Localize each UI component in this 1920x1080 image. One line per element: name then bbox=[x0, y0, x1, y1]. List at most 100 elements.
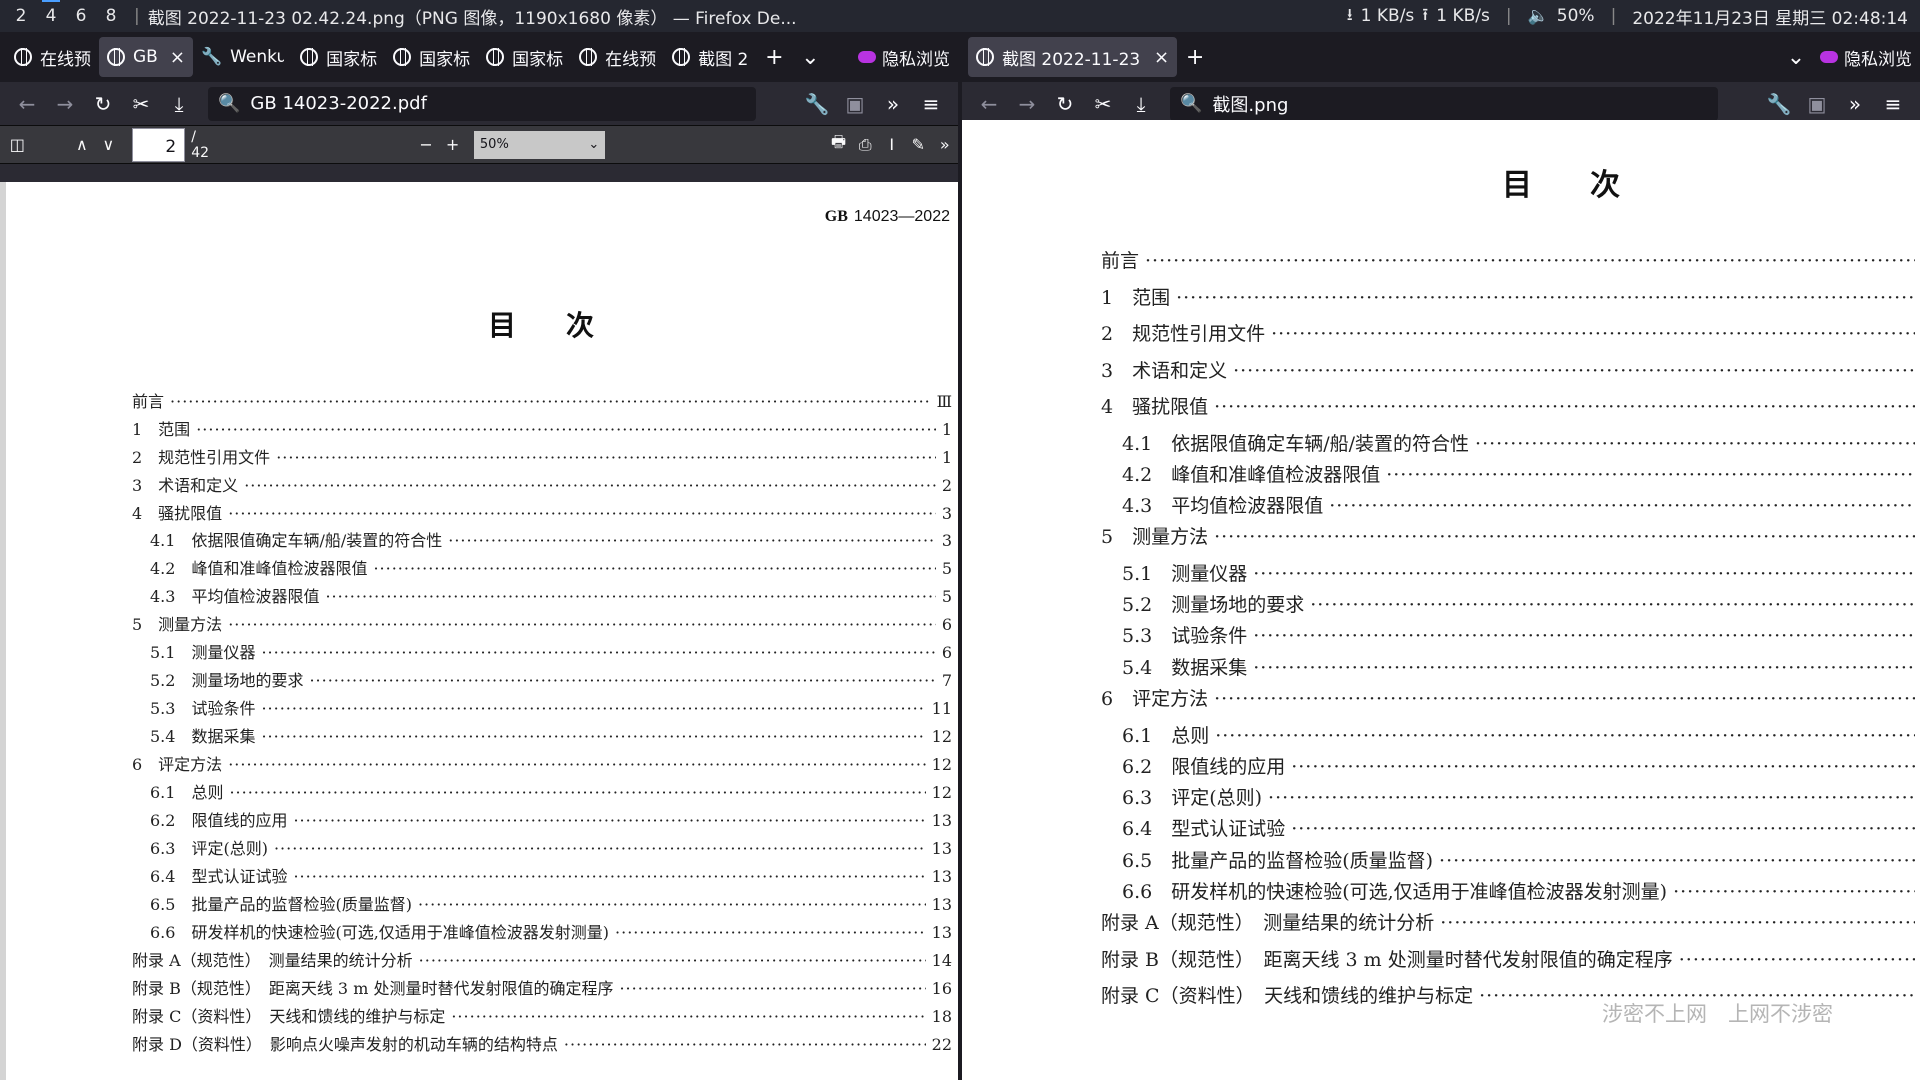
tab-label: 在线预 bbox=[605, 49, 657, 70]
overflow-chevrons-icon[interactable]: » bbox=[1838, 87, 1872, 121]
volume-level[interactable]: 50% bbox=[1557, 6, 1595, 26]
url-bar[interactable]: 🔍 截图.png bbox=[1170, 86, 1718, 121]
toc-entry-title: 5.4 数据采集 bbox=[150, 727, 256, 747]
tab[interactable]: 在线预 bbox=[6, 37, 99, 77]
download-icon[interactable]: ⤓ bbox=[162, 87, 196, 121]
title-char: 次 bbox=[566, 309, 597, 342]
toc-entry: 6.4 型式认证试验 bbox=[1101, 814, 1920, 845]
toc-leader-dots bbox=[1215, 725, 1915, 747]
url-bar[interactable]: 🔍 GB 14023-2022.pdf bbox=[208, 86, 756, 121]
save-icon[interactable]: ⎙ bbox=[852, 131, 879, 159]
container-icon[interactable]: ▣ bbox=[838, 87, 872, 121]
zoom-in-icon[interactable]: + bbox=[439, 131, 466, 159]
workspace-switcher[interactable]: 2 4 6 8 bbox=[6, 0, 126, 26]
toc-entry: 1 范围 1 bbox=[132, 416, 952, 444]
toc-entry-page: 11 bbox=[931, 699, 952, 719]
draw-pencil-icon[interactable]: ✎ bbox=[905, 131, 932, 159]
toc-entry-title: 4.1 依据限值确定车辆/船/装置的符合性 bbox=[1122, 432, 1470, 455]
toc-entry: 1 范围 bbox=[1101, 283, 1920, 320]
tab[interactable]: 🔧 Wenku bbox=[193, 37, 292, 77]
container-icon[interactable]: ▣ bbox=[1800, 87, 1834, 121]
previous-page-chevron-icon[interactable]: ∧ bbox=[69, 131, 96, 159]
toc-entry-title: 4 骚扰限值 bbox=[132, 503, 223, 523]
tab-label: 在线预 bbox=[40, 49, 91, 70]
workspace-4[interactable]: 4 bbox=[36, 0, 66, 26]
url-text[interactable]: GB 14023-2022.pdf bbox=[250, 93, 427, 114]
back-arrow-icon[interactable]: ← bbox=[972, 87, 1006, 121]
new-tab-button[interactable]: + bbox=[1177, 37, 1213, 77]
toc-entry-title: 1 范围 bbox=[132, 419, 191, 439]
forward-arrow-icon[interactable]: → bbox=[48, 87, 82, 121]
hamburger-menu-icon[interactable]: ≡ bbox=[914, 87, 948, 121]
list-all-tabs-chevron-icon[interactable]: ⌄ bbox=[792, 37, 828, 77]
volume-icon[interactable]: 🔈 bbox=[1528, 6, 1549, 26]
workspace-2[interactable]: 2 bbox=[6, 6, 36, 26]
toc-entry-page: 7 bbox=[941, 671, 952, 691]
wrench-icon[interactable]: 🔧 bbox=[800, 87, 834, 121]
toc-leader-dots bbox=[1268, 787, 1915, 809]
workspace-8[interactable]: 8 bbox=[96, 6, 126, 26]
toc-entry-title: 6.3 评定(总则) bbox=[150, 839, 268, 859]
tab[interactable]: 国家标 bbox=[478, 37, 571, 77]
system-bar: 2 4 6 8 | 截图 2022-11-23 02.42.24.png（PNG… bbox=[0, 0, 1920, 32]
toc-leader-dots bbox=[619, 979, 925, 998]
close-tab-icon[interactable]: × bbox=[170, 47, 185, 68]
private-mask-icon bbox=[1820, 51, 1838, 63]
wrench-icon[interactable]: 🔧 bbox=[1762, 87, 1796, 121]
reload-icon[interactable]: ↻ bbox=[1048, 87, 1082, 121]
private-mask-icon bbox=[858, 51, 876, 63]
toc-entry: 2 规范性引用文件 bbox=[1101, 319, 1920, 356]
tab-label: GB bbox=[133, 47, 158, 67]
toc-entry-title: 附录 B（规范性） 距离天线 3 m 处测量时替代发射限值的确定程序 bbox=[1101, 948, 1673, 971]
toc-entry-title: 5 测量方法 bbox=[1101, 526, 1209, 549]
tab-label: 国家标 bbox=[419, 49, 471, 70]
toc-entry: 5.3 试验条件 bbox=[1101, 621, 1920, 652]
toc-entry: 5.2 测量场地的要求 7 bbox=[132, 667, 952, 695]
toc-entry-page: 1 bbox=[941, 419, 952, 439]
tab[interactable]: 国家标 bbox=[385, 37, 478, 77]
toc-leader-dots bbox=[1253, 563, 1915, 585]
download-icon: ⭳ bbox=[1346, 4, 1353, 25]
reload-icon[interactable]: ↻ bbox=[86, 87, 120, 121]
wrench-icon: 🔧 bbox=[200, 47, 223, 67]
toc-entry-title: 6.5 批量产品的监督检验(质量监督) bbox=[1122, 849, 1434, 872]
hamburger-menu-icon[interactable]: ≡ bbox=[1876, 87, 1910, 121]
zoom-select[interactable]: 50% ⌄ bbox=[473, 130, 606, 159]
pdf-page: GB14023—2022 目次 前言Ⅲ1 范围12 规范性引用文件13 术语和定… bbox=[0, 182, 958, 1080]
toc-entry-page: 13 bbox=[931, 923, 952, 943]
overflow-chevrons-icon[interactable]: » bbox=[876, 87, 910, 121]
screenshot-scissors-icon[interactable]: ✂ bbox=[124, 87, 158, 121]
back-arrow-icon[interactable]: ← bbox=[10, 87, 44, 121]
toc-entry-title: 5.3 试验条件 bbox=[150, 699, 256, 719]
toc-entry: 5 测量方法 bbox=[1101, 522, 1920, 559]
next-page-chevron-icon[interactable]: ∨ bbox=[95, 131, 122, 159]
forward-arrow-icon[interactable]: → bbox=[1010, 87, 1044, 121]
tools-chevrons-icon[interactable]: » bbox=[932, 131, 959, 159]
toc-entry: 6.5 批量产品的监督检验(质量监督) 13 bbox=[132, 891, 952, 919]
print-icon[interactable]: 🖶 bbox=[825, 131, 852, 159]
toc-leader-dots bbox=[229, 783, 925, 802]
tab[interactable]: 截图 2 bbox=[664, 37, 756, 77]
text-cursor-icon[interactable]: I bbox=[878, 131, 905, 159]
screenshot-scissors-icon[interactable]: ✂ bbox=[1086, 87, 1120, 121]
page-number-input[interactable]: 2 bbox=[131, 127, 186, 162]
private-label: 隐私浏览 bbox=[882, 49, 950, 70]
tab[interactable]: 在线预 bbox=[571, 37, 664, 77]
url-text[interactable]: 截图.png bbox=[1212, 91, 1288, 117]
list-all-tabs-chevron-icon[interactable]: ⌄ bbox=[1778, 37, 1814, 77]
toc-leader-dots bbox=[276, 448, 936, 467]
toc-entry: 5.2 测量场地的要求 bbox=[1101, 590, 1920, 621]
tab-active[interactable]: GB × bbox=[99, 37, 193, 77]
sidebar-toggle-icon[interactable]: ◫ bbox=[4, 131, 31, 159]
toc-entry: 附录 B（规范性） 距离天线 3 m 处测量时替代发射限值的确定程序 bbox=[1101, 945, 1920, 982]
separator: | bbox=[134, 6, 140, 26]
new-tab-button[interactable]: + bbox=[756, 37, 792, 77]
toc-entry-page: 13 bbox=[931, 811, 952, 831]
workspace-6[interactable]: 6 bbox=[66, 6, 96, 26]
close-tab-icon[interactable]: × bbox=[1154, 47, 1169, 68]
tab-active[interactable]: 截图 2022-11-23 02.4 × bbox=[968, 37, 1178, 77]
download-icon[interactable]: ⤓ bbox=[1124, 87, 1158, 121]
toc-entry-page: 13 bbox=[931, 895, 952, 915]
tab[interactable]: 国家标 bbox=[292, 37, 385, 77]
zoom-out-icon[interactable]: − bbox=[413, 131, 440, 159]
